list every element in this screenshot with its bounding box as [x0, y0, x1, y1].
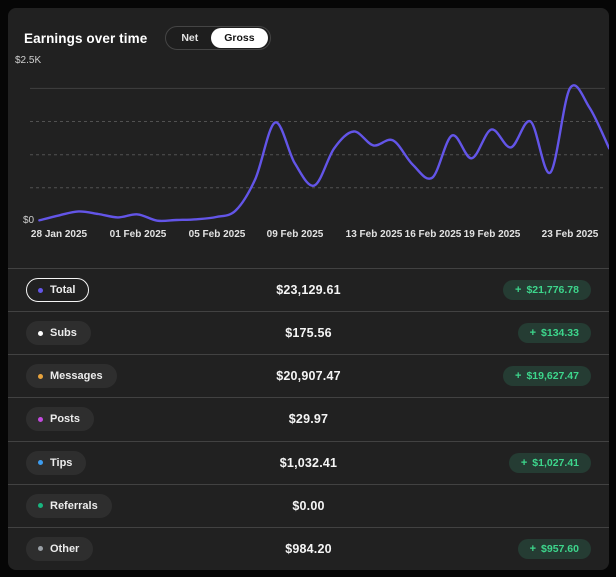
- row-value: $0.00: [201, 499, 416, 513]
- x-axis-ticks: 28 Jan 2025 01 Feb 2025 05 Feb 2025 09 Feb …: [8, 229, 609, 243]
- row-value: $23,129.61: [201, 283, 416, 297]
- category-pill-posts[interactable]: Posts: [26, 407, 94, 431]
- plus-icon: +: [515, 370, 521, 382]
- category-dot-icon: [38, 417, 43, 422]
- plus-icon: +: [515, 284, 521, 296]
- table-row-tips: Tips $1,032.41 + $1,027.41: [8, 441, 609, 484]
- row-value: $20,907.47: [201, 369, 416, 383]
- x-tick-label: 23 Feb 2025: [542, 229, 599, 240]
- category-label: Messages: [50, 370, 103, 382]
- x-tick-label: 16 Feb 2025: [405, 229, 462, 240]
- y-axis-zero-label: $0: [23, 215, 34, 226]
- plus-icon: +: [530, 543, 536, 555]
- category-dot-icon: [38, 374, 43, 379]
- row-value: $984.20: [201, 542, 416, 556]
- category-dot-icon: [38, 288, 43, 293]
- x-tick-label: 28 Jan 2025: [31, 229, 87, 240]
- change-badge: + $21,776.78: [503, 280, 591, 300]
- earnings-panel: Earnings over time Net Gross $2.5K $0 28…: [8, 8, 609, 570]
- category-pill-total[interactable]: Total: [26, 278, 89, 302]
- category-pill-subs[interactable]: Subs: [26, 321, 91, 345]
- table-row-messages: Messages $20,907.47 + $19,627.47: [8, 354, 609, 397]
- x-tick-label: 19 Feb 2025: [464, 229, 521, 240]
- table-row-referrals: Referrals $0.00: [8, 484, 609, 527]
- category-dot-icon: [38, 546, 43, 551]
- page-title: Earnings over time: [24, 31, 147, 46]
- row-value: $1,032.41: [201, 456, 416, 470]
- change-amount: $21,776.78: [526, 284, 579, 296]
- change-amount: $1,027.41: [532, 457, 579, 469]
- table-row-subs: Subs $175.56 + $134.33: [8, 311, 609, 354]
- category-label: Tips: [50, 457, 72, 469]
- change-badge: + $134.33: [518, 323, 591, 343]
- category-label: Other: [50, 543, 79, 555]
- table-row-posts: Posts $29.97: [8, 397, 609, 440]
- net-gross-toggle: Net Gross: [165, 26, 270, 50]
- category-label: Referrals: [50, 500, 98, 512]
- row-value: $29.97: [201, 412, 416, 426]
- change-amount: $19,627.47: [526, 370, 579, 382]
- category-dot-icon: [38, 503, 43, 508]
- category-dot-icon: [38, 331, 43, 336]
- x-tick-label: 09 Feb 2025: [267, 229, 324, 240]
- chart-header: Earnings over time Net Gross: [24, 26, 593, 50]
- category-pill-other[interactable]: Other: [26, 537, 93, 561]
- row-value: $175.56: [201, 326, 416, 340]
- change-amount: $134.33: [541, 327, 579, 339]
- change-badge: + $19,627.47: [503, 366, 591, 386]
- table-row-total: Total $23,129.61 + $21,776.78: [8, 268, 609, 311]
- earnings-line: [39, 85, 609, 221]
- earnings-breakdown-table: Total $23,129.61 + $21,776.78 Subs $175.…: [8, 268, 609, 570]
- table-row-other: Other $984.20 + $957.60: [8, 527, 609, 570]
- change-badge: + $1,027.41: [509, 453, 591, 473]
- category-dot-icon: [38, 460, 43, 465]
- category-label: Posts: [50, 413, 80, 425]
- category-pill-messages[interactable]: Messages: [26, 364, 117, 388]
- category-pill-tips[interactable]: Tips: [26, 451, 86, 475]
- change-amount: $957.60: [541, 543, 579, 555]
- category-label: Total: [50, 284, 75, 296]
- earnings-line-chart: [8, 48, 609, 233]
- category-label: Subs: [50, 327, 77, 339]
- gross-toggle-button[interactable]: Gross: [211, 28, 267, 48]
- plus-icon: +: [530, 327, 536, 339]
- x-tick-label: 01 Feb 2025: [110, 229, 167, 240]
- category-pill-referrals[interactable]: Referrals: [26, 494, 112, 518]
- x-tick-label: 13 Feb 2025: [346, 229, 403, 240]
- x-tick-label: 05 Feb 2025: [189, 229, 246, 240]
- change-badge: + $957.60: [518, 539, 591, 559]
- net-toggle-button[interactable]: Net: [168, 29, 211, 47]
- plus-icon: +: [521, 457, 527, 469]
